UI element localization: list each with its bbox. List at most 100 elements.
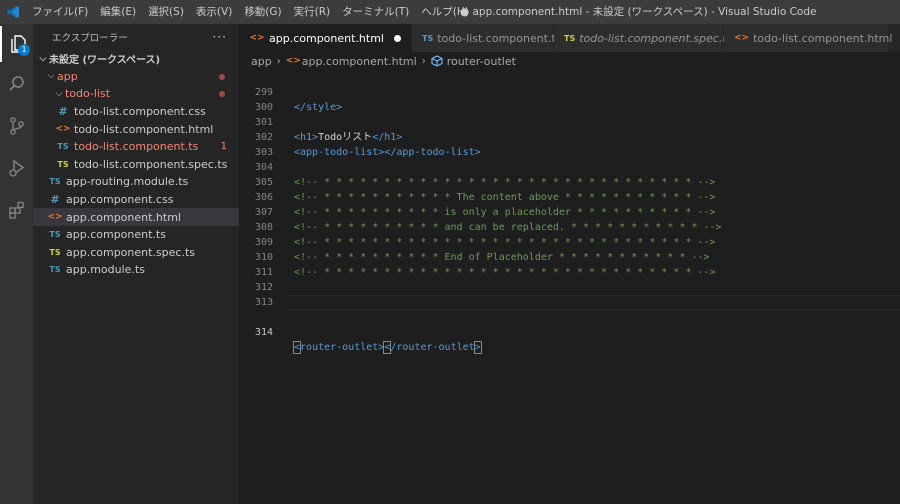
code-line: 305 <!-- * * * * * * * * * * * The conte… — [239, 160, 900, 203]
menu-go[interactable]: 移動(G) — [238, 0, 287, 24]
file-label: app.component.ts — [66, 228, 166, 242]
explorer-badge: 1 — [18, 44, 30, 56]
code-line: 304 <!-- * * * * * * * * * * * * * * * *… — [239, 145, 900, 188]
code-line: 306 <!-- * * * * * * * * * * is only a p… — [239, 175, 900, 218]
editor-tab-bar: <> app.component.html TS todo-list.compo… — [239, 24, 900, 52]
code-line: 303 — [239, 130, 900, 158]
html-file-icon: <> — [249, 33, 265, 43]
explorer-activity-button[interactable]: 1 — [0, 26, 33, 62]
code-line: 307 <!-- * * * * * * * * * * and can be … — [239, 190, 900, 233]
line-number: 314 — [254, 327, 273, 338]
file-label: app.component.html — [66, 210, 181, 224]
workspace-label: 未設定 (ワークスペース) — [49, 55, 161, 67]
folder-todo-list[interactable]: ⌵ todo-list — [33, 85, 239, 103]
file-label: app-routing.module.ts — [66, 175, 189, 189]
code-line: 309 <!-- * * * * * * * * * * End of Plac… — [239, 220, 900, 263]
search-activity-button[interactable] — [0, 66, 33, 102]
more-actions-icon[interactable]: ··· — [213, 30, 227, 44]
breadcrumb-folder[interactable]: app — [251, 55, 272, 68]
ts-file-icon: TS — [49, 265, 61, 275]
file-app-ts[interactable]: TS app.component.ts — [33, 226, 239, 244]
problem-dot — [219, 91, 225, 98]
source-control-activity-button[interactable] — [0, 108, 33, 144]
code-line: 311 — [239, 250, 900, 278]
extensions-activity-button[interactable] — [0, 192, 33, 228]
folder-app[interactable]: ⌵ app — [33, 68, 239, 86]
workspace-section-header[interactable]: ⌵ 未設定 (ワークスペース) — [33, 50, 239, 68]
code-line: 302 <app-todo-list></app-todo-list> — [239, 115, 900, 158]
file-label: todo-list.component.ts — [74, 140, 199, 154]
source-control-icon — [9, 117, 24, 135]
html-file-icon: <> — [55, 124, 71, 135]
code-token: > — [473, 341, 482, 354]
file-label: todo-list.component.spec.ts — [74, 157, 228, 171]
ts-spec-file-icon: TS — [49, 247, 61, 257]
unsaved-dot-icon[interactable] — [393, 34, 401, 42]
ts-file-icon: TS — [49, 230, 61, 240]
file-label: app.component.css — [66, 193, 174, 207]
explorer-sidebar: エクスプローラー ··· ⌵ 未設定 (ワークスペース) ⌵ app ⌵ tod… — [33, 24, 239, 504]
code-line: 313 — [239, 280, 900, 308]
file-app-module[interactable]: TS app.module.ts — [33, 261, 239, 279]
menu-terminal[interactable]: ターミナル(T) — [336, 0, 415, 24]
html-file-icon: <> — [47, 212, 63, 223]
ts-file-icon: TS — [57, 142, 69, 152]
extensions-icon — [8, 201, 24, 219]
css-file-icon: # — [50, 193, 60, 207]
menu-run[interactable]: 実行(R) — [288, 0, 337, 24]
code-line: 301 <h1>Todoリスト</h1> — [239, 100, 900, 143]
file-todo-list-css[interactable]: # todo-list.component.css — [33, 103, 239, 121]
code-line: 308 <!-- * * * * * * * * * * * * * * * *… — [239, 205, 900, 248]
file-app-html[interactable]: <> app.component.html — [33, 208, 239, 226]
tab-todo-list-component-html[interactable]: <> todo-list.component.html — [723, 24, 892, 52]
file-app-spec[interactable]: TS app.component.spec.ts — [33, 244, 239, 262]
search-icon — [8, 76, 24, 91]
ts-file-icon: TS — [421, 33, 434, 43]
breadcrumb: app › <> app.component.html › router-out… — [239, 52, 900, 70]
window-title: ● app.component.html - 未設定 (ワークスペース) - V… — [460, 6, 817, 18]
code-line: 299 </style> — [239, 70, 900, 113]
file-label: app.component.spec.ts — [66, 245, 195, 259]
file-app-routing[interactable]: TS app-routing.module.ts — [33, 173, 239, 191]
chevron-down-icon: ⌵ — [47, 71, 55, 82]
symbol-element-icon — [431, 55, 443, 67]
file-label: todo-list.component.html — [74, 122, 214, 136]
file-app-css[interactable]: # app.component.css — [33, 191, 239, 209]
current-line-highlight — [287, 295, 900, 310]
breadcrumb-file[interactable]: app.component.html — [302, 55, 417, 68]
breadcrumb-symbol[interactable]: router-outlet — [447, 55, 516, 68]
tab-app-component-html[interactable]: <> app.component.html — [239, 24, 412, 52]
tab-label: todo-list.component.ts — [437, 31, 562, 45]
code-token: /router-outlet — [390, 342, 475, 353]
code-token: router-outlet — [300, 342, 379, 353]
menu-file[interactable]: ファイル(F) — [26, 0, 94, 24]
menu-view[interactable]: 表示(V) — [190, 0, 238, 24]
code-line: 310 <!-- * * * * * * * * * * * * * * * *… — [239, 235, 900, 278]
tab-label: todo-list.component.spec.ts — [579, 31, 733, 45]
tab-todo-list-component-spec-ts[interactable]: TS todo-list.component.spec.ts — [553, 24, 732, 52]
ts-spec-file-icon: TS — [563, 33, 576, 43]
html-file-icon: <> — [285, 56, 301, 66]
file-label: app.module.ts — [66, 263, 145, 277]
folder-label: todo-list — [65, 87, 111, 101]
menu-bar: ファイル(F) 編集(E) 選択(S) 表示(V) 移動(G) 実行(R) ター… — [26, 0, 475, 24]
file-todo-list-html[interactable]: <> todo-list.component.html — [33, 120, 239, 138]
file-todo-list-spec[interactable]: TS todo-list.component.spec.ts — [33, 156, 239, 174]
tab-todo-list-component-ts[interactable]: TS todo-list.component.ts — [411, 24, 562, 52]
file-todo-list-ts[interactable]: TS todo-list.component.ts 1 — [33, 138, 239, 156]
explorer-header: エクスプローラー ··· — [33, 24, 239, 50]
vscode-logo-icon — [0, 0, 26, 24]
menu-edit[interactable]: 編集(E) — [94, 0, 142, 24]
css-file-icon: # — [58, 105, 68, 119]
file-label: todo-list.component.css — [74, 105, 206, 119]
chevron-right-icon: › — [276, 55, 281, 67]
explorer-title: エクスプローラー — [52, 33, 128, 44]
run-debug-activity-button[interactable] — [0, 150, 33, 186]
code-text: <router-outlet></router-outlet> — [292, 340, 482, 355]
menu-selection[interactable]: 選択(S) — [142, 0, 190, 24]
folder-label: app — [57, 69, 78, 83]
error-count-badge: 1 — [220, 140, 227, 152]
code-editor[interactable]: 299 </style> 300 301 <h1>Todoリスト</h1> 30… — [239, 70, 900, 504]
chevron-right-icon: › — [421, 55, 426, 67]
problem-dot — [219, 73, 225, 80]
